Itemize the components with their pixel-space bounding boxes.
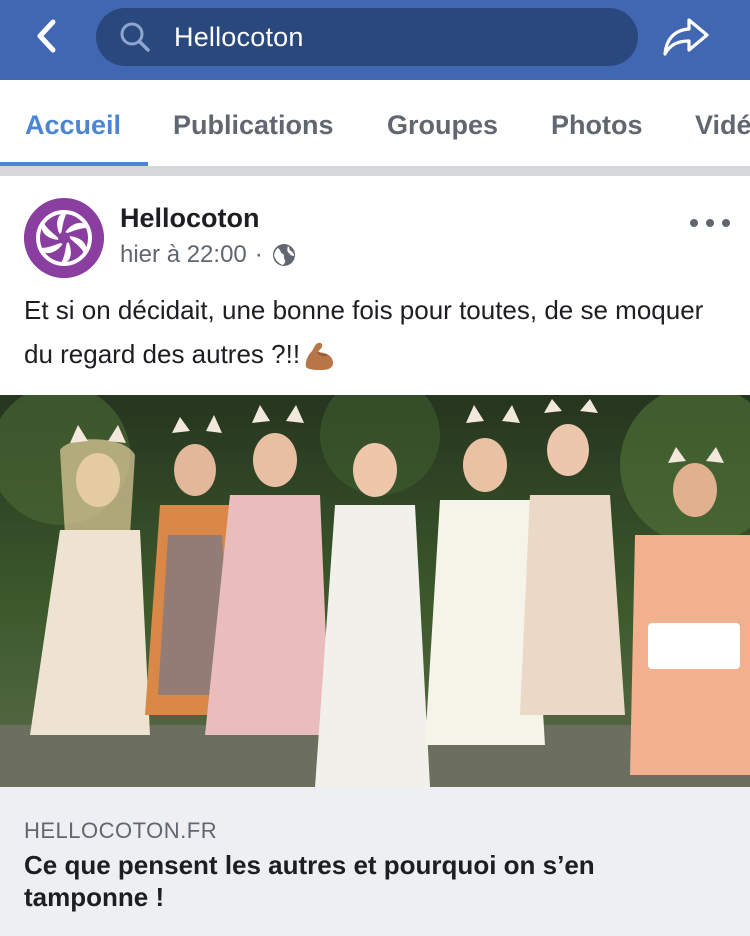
post-body: Et si on décidait, une bonne fois pour t… — [24, 295, 704, 369]
link-preview-card[interactable]: HELLOCOTON.FR Ce que pensent les autres … — [0, 787, 750, 936]
top-bar: Hellocoton — [0, 0, 750, 80]
meta-separator: · — [254, 241, 263, 268]
tab-publications[interactable]: Publications — [173, 110, 334, 141]
post-author-name[interactable]: Hellocoton — [120, 203, 260, 234]
section-divider — [0, 166, 750, 176]
post-photo[interactable] — [0, 395, 750, 787]
post-meta: hier à 22:00 · — [120, 241, 297, 269]
tab-photos[interactable]: Photos — [551, 110, 643, 141]
group-photo-illustration — [0, 395, 750, 787]
link-title: Ce que pensent les autres et pourquoi on… — [24, 850, 595, 912]
tab-groupes[interactable]: Groupes — [387, 110, 498, 141]
dot-icon — [706, 219, 714, 227]
flexed-biceps-icon — [302, 339, 336, 373]
search-input[interactable]: Hellocoton — [96, 8, 638, 66]
search-query-text: Hellocoton — [174, 21, 304, 52]
globe-icon — [271, 242, 297, 268]
share-arrow-icon — [663, 18, 709, 56]
link-domain: HELLOCOTON.FR — [24, 818, 218, 843]
search-icon — [118, 20, 152, 54]
back-button[interactable] — [28, 16, 64, 56]
hellocoton-logo-icon — [24, 198, 104, 278]
post-text: Et si on décidait, une bonne fois pour t… — [24, 288, 724, 376]
share-button[interactable] — [660, 14, 712, 60]
chevron-left-icon — [37, 19, 56, 53]
tab-videos[interactable]: Vidé — [695, 110, 750, 141]
dot-icon — [690, 219, 698, 227]
page-tabs: Accueil Publications Groupes Photos Vidé — [0, 80, 750, 168]
tab-accueil[interactable]: Accueil — [25, 110, 121, 141]
post-timestamp[interactable]: hier à 22:00 — [120, 241, 247, 269]
more-options-button[interactable] — [690, 208, 730, 238]
dot-icon — [722, 219, 730, 227]
avatar[interactable] — [24, 198, 104, 278]
